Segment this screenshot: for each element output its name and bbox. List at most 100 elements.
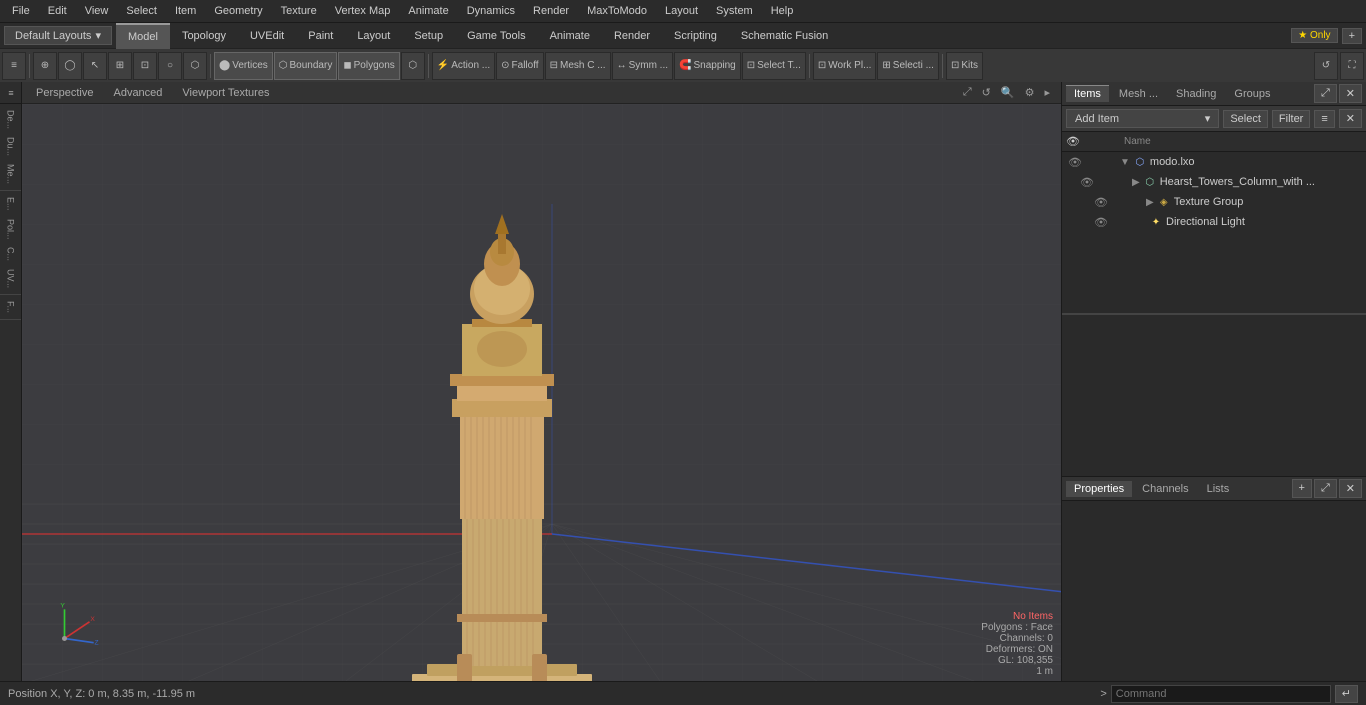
sidebar-label-e[interactable]: E... <box>4 193 18 215</box>
panel-tab-items[interactable]: Items <box>1066 85 1109 102</box>
only-badge[interactable]: ★ Only <box>1291 28 1337 43</box>
tab-animate[interactable]: Animate <box>538 23 602 49</box>
prop-tab-lists[interactable]: Lists <box>1199 481 1238 497</box>
eye-icon-2[interactable]: 👁 <box>1078 176 1096 189</box>
tab-render[interactable]: Render <box>602 23 662 49</box>
viewport-tab-advanced[interactable]: Advanced <box>107 85 168 101</box>
workplane-button[interactable]: ⊡ Work Pl... <box>813 52 877 80</box>
add-layout-button[interactable]: + <box>1342 28 1362 44</box>
poly-type-button[interactable]: ⬡ <box>401 52 425 80</box>
tab-paint[interactable]: Paint <box>296 23 345 49</box>
vertices-button[interactable]: ⬤ Vertices <box>214 52 273 80</box>
panel-tab-shading[interactable]: Shading <box>1168 86 1224 102</box>
select-button[interactable]: Select <box>1223 110 1268 128</box>
action-button[interactable]: ⚡ Action ... <box>432 52 495 80</box>
viewport-expand-icon[interactable]: ⤢ <box>960 85 975 100</box>
sidebar-label-c[interactable]: C... <box>4 243 18 265</box>
tool-select-icon[interactable]: ↖ <box>83 52 107 80</box>
eye-icon-3[interactable]: 👁 <box>1092 196 1110 209</box>
menu-vertexmap[interactable]: Vertex Map <box>327 3 399 19</box>
menu-texture[interactable]: Texture <box>273 3 325 19</box>
viewport-tab-textures[interactable]: Viewport Textures <box>176 85 275 101</box>
snapping-button[interactable]: 🧲 Snapping <box>674 52 741 80</box>
eye-icon-4[interactable]: 👁 <box>1092 216 1110 229</box>
menu-item[interactable]: Item <box>167 3 204 19</box>
viewport-rotate-btn[interactable]: ↺ <box>1314 52 1338 80</box>
tool-world-icon[interactable]: ⊕ <box>33 52 57 80</box>
viewport-refresh-icon[interactable]: ↺ <box>979 85 994 100</box>
tab-model[interactable]: Model <box>116 23 170 49</box>
symm-button[interactable]: ↔ Symm ... <box>612 52 673 80</box>
filter-button[interactable]: Filter <box>1272 110 1310 128</box>
viewport-fullscreen-btn[interactable]: ⛶ <box>1340 52 1364 80</box>
panel-tab-mesh[interactable]: Mesh ... <box>1111 86 1166 102</box>
items-close-btn[interactable]: ✕ <box>1339 109 1362 128</box>
menu-animate[interactable]: Animate <box>400 3 456 19</box>
properties-plus-btn[interactable]: + <box>1292 479 1312 498</box>
texture-group-item[interactable]: 👁 ▶ ◈ Texture Group <box>1062 192 1366 212</box>
scene-tree[interactable]: 👁 ▼ ⬡ modo.lxo 👁 ▶ ⬡ Hearst_Towers_Colum… <box>1062 152 1366 313</box>
viewport-zoom-icon[interactable]: 🔍 <box>998 85 1018 100</box>
falloff-button[interactable]: ⊙ Falloff <box>496 52 543 80</box>
tab-gametools[interactable]: Game Tools <box>455 23 538 49</box>
menu-help[interactable]: Help <box>763 3 802 19</box>
menu-system[interactable]: System <box>708 3 761 19</box>
menu-dynamics[interactable]: Dynamics <box>459 3 523 19</box>
panel-tab-groups[interactable]: Groups <box>1226 86 1278 102</box>
command-enter-button[interactable]: ↵ <box>1335 685 1358 703</box>
tool-scale-icon[interactable]: ⊡ <box>133 52 157 80</box>
viewport-more-icon[interactable]: ▸ <box>1041 85 1053 100</box>
tool-transform-icon[interactable]: ⊞ <box>108 52 132 80</box>
tool-circle-icon[interactable]: ○ <box>158 52 182 80</box>
menu-render[interactable]: Render <box>525 3 577 19</box>
menu-layout[interactable]: Layout <box>657 3 706 19</box>
kits-button[interactable]: ⊡ Kits <box>946 52 983 80</box>
scene-root-item[interactable]: 👁 ▼ ⬡ modo.lxo <box>1062 152 1366 172</box>
prop-tab-channels[interactable]: Channels <box>1134 481 1196 497</box>
sidebar-label-dup[interactable]: Du... <box>4 133 18 160</box>
menu-maxtomodo[interactable]: MaxToModo <box>579 3 655 19</box>
viewport[interactable]: Perspective Advanced Viewport Textures ⤢… <box>22 82 1061 681</box>
tool-menu-icon[interactable]: ≡ <box>2 52 26 80</box>
viewport-settings-icon[interactable]: ⚙ <box>1022 85 1038 100</box>
default-layouts-dropdown[interactable]: Default Layouts ▾ <box>4 26 112 45</box>
sidebar-label-uv[interactable]: UV... <box>4 265 18 292</box>
sidebar-label-pol[interactable]: Pol... <box>4 215 18 244</box>
light-item[interactable]: 👁 ✦ Directional Light <box>1062 212 1366 232</box>
menu-select[interactable]: Select <box>118 3 165 19</box>
prop-tab-properties[interactable]: Properties <box>1066 481 1132 497</box>
viewport-tab-perspective[interactable]: Perspective <box>30 85 99 101</box>
mesh-item[interactable]: 👁 ▶ ⬡ Hearst_Towers_Column_with ... <box>1062 172 1366 192</box>
sidebar-label-f[interactable]: F... <box>4 297 18 317</box>
sidebar-label-de[interactable]: De... <box>4 106 18 133</box>
menu-edit[interactable]: Edit <box>40 3 75 19</box>
menu-geometry[interactable]: Geometry <box>206 3 270 19</box>
tab-topology[interactable]: Topology <box>170 23 238 49</box>
command-input[interactable] <box>1111 685 1331 703</box>
properties-expand-btn[interactable]: ⤢ <box>1314 479 1337 498</box>
select-tool-button[interactable]: ⊡ Select T... <box>742 52 806 80</box>
polygons-button[interactable]: ◼ Polygons <box>338 52 399 80</box>
selection-button[interactable]: ⊞ Selecti ... <box>877 52 939 80</box>
sidebar-label-mesh[interactable]: Me... <box>4 160 18 188</box>
tab-schematic[interactable]: Schematic Fusion <box>729 23 840 49</box>
menu-view[interactable]: View <box>77 3 117 19</box>
properties-close-btn[interactable]: ✕ <box>1339 479 1362 498</box>
viewport-canvas[interactable]: X Y Z No Items Polygons : Face Channels:… <box>22 104 1061 681</box>
tab-scripting[interactable]: Scripting <box>662 23 729 49</box>
tab-uvedit[interactable]: UVEdit <box>238 23 296 49</box>
tool-hex-icon[interactable]: ⬡ <box>183 52 207 80</box>
menu-file[interactable]: File <box>4 3 38 19</box>
items-menu-btn[interactable]: ≡ <box>1314 110 1334 128</box>
tab-setup[interactable]: Setup <box>402 23 455 49</box>
eye-icon[interactable]: 👁 <box>1066 156 1084 169</box>
tool-rotate-icon[interactable]: ◯ <box>58 52 82 80</box>
add-item-button[interactable]: Add Item ▾ <box>1066 109 1219 128</box>
separator-5 <box>942 54 943 78</box>
panel-expand-btn[interactable]: ⤢ <box>1314 84 1337 103</box>
sidebar-top-btn[interactable]: ≡ <box>0 82 22 104</box>
boundary-button[interactable]: ⬡ Boundary <box>274 52 338 80</box>
tab-layout[interactable]: Layout <box>345 23 402 49</box>
panel-close-btn[interactable]: ✕ <box>1339 84 1362 103</box>
mesh-button[interactable]: ⊟ Mesh C ... <box>545 52 611 80</box>
